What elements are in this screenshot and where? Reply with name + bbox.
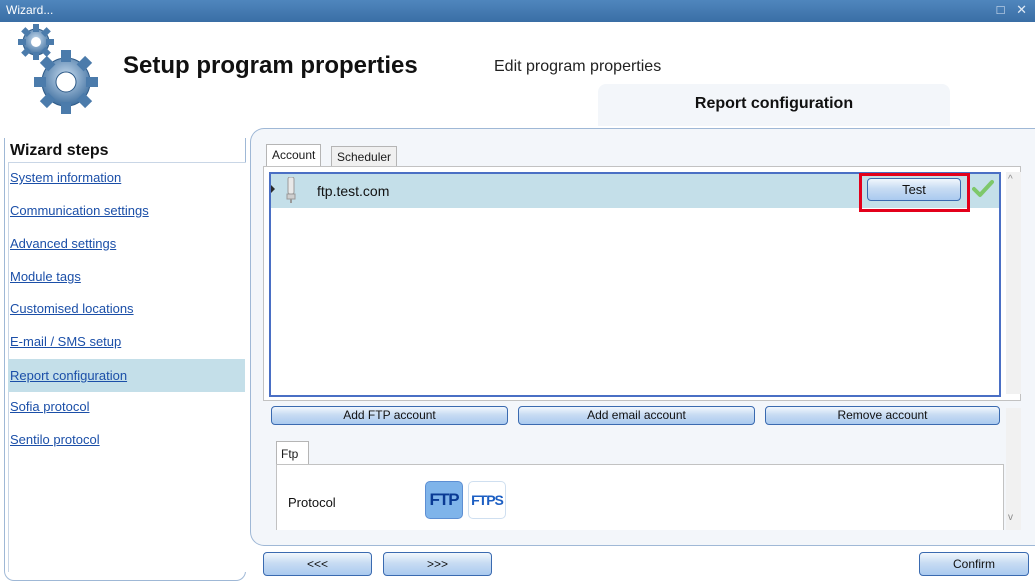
account-name: ftp.test.com xyxy=(317,183,390,199)
next-button[interactable]: >>> xyxy=(383,552,492,576)
add-email-account-button[interactable]: Add email account xyxy=(518,406,755,425)
sidebar-item-advanced-settings[interactable]: Advanced settings xyxy=(8,236,245,267)
sidebar-item-label[interactable]: Communication settings xyxy=(10,203,149,218)
remove-account-button[interactable]: Remove account xyxy=(765,406,1000,425)
confirm-button[interactable]: Confirm xyxy=(919,552,1029,576)
test-button-highlight xyxy=(859,173,970,212)
wizard-steps-title: Wizard steps xyxy=(10,142,109,159)
settings-scrollbar[interactable]: v xyxy=(1006,408,1021,530)
sidebar-item-label[interactable]: System information xyxy=(10,170,121,185)
scroll-up-icon[interactable]: ^ xyxy=(1008,174,1013,185)
row-selector-icon xyxy=(271,185,275,193)
account-list-scrollbar[interactable]: ^ xyxy=(1006,172,1021,394)
ftp-connector-icon xyxy=(286,177,296,203)
back-button[interactable]: <<< xyxy=(263,552,372,576)
section-header: Report configuration xyxy=(598,84,950,126)
sidebar-item-module-tags[interactable]: Module tags xyxy=(8,269,245,300)
scroll-down-icon[interactable]: v xyxy=(1008,512,1013,523)
sidebar-item-label[interactable]: Customised locations xyxy=(10,301,134,316)
sidebar-item-label[interactable]: Sofia protocol xyxy=(10,399,90,414)
page-title: Setup program properties xyxy=(123,52,418,79)
tab-scheduler[interactable]: Scheduler xyxy=(331,146,398,166)
gears-icon xyxy=(18,24,98,114)
sidebar-item-label[interactable]: E-mail / SMS setup xyxy=(10,334,121,349)
tab-account[interactable]: Account xyxy=(266,144,322,166)
sidebar-item-sentilo-protocol[interactable]: Sentilo protocol xyxy=(8,432,245,463)
sidebar-item-label[interactable]: Module tags xyxy=(10,269,81,284)
protocol-ftps-button[interactable]: FTPS xyxy=(468,481,506,519)
page-subtitle: Edit program properties xyxy=(494,58,662,75)
protocol-label: Protocol xyxy=(288,495,336,510)
ftp-settings-panel xyxy=(276,464,1004,530)
window-controls[interactable]: □ ✕ xyxy=(997,2,1031,18)
check-icon xyxy=(972,180,994,197)
sidebar-item-label[interactable]: Report configuration xyxy=(10,368,127,383)
sidebar-item-communication-settings[interactable]: Communication settings xyxy=(8,203,245,234)
sidebar-item-system-information[interactable]: System information xyxy=(8,170,245,201)
sidebar-item-report-configuration[interactable]: Report configuration xyxy=(8,359,245,392)
window-title: Wizard... xyxy=(6,3,54,17)
sidebar-item-sofia-protocol[interactable]: Sofia protocol xyxy=(8,399,245,430)
protocol-ftp-button[interactable]: FTP xyxy=(425,481,463,519)
sidebar-item-label[interactable]: Advanced settings xyxy=(10,236,116,251)
window-titlebar: Wizard... □ ✕ xyxy=(0,0,1035,22)
sidebar-item-customised-locations[interactable]: Customised locations xyxy=(8,301,245,332)
tab-ftp[interactable]: Ftp xyxy=(276,441,309,465)
add-ftp-account-button[interactable]: Add FTP account xyxy=(271,406,508,425)
sidebar-item-label[interactable]: Sentilo protocol xyxy=(10,432,100,447)
wizard-header: Setup program properties Edit program pr… xyxy=(0,22,1035,126)
